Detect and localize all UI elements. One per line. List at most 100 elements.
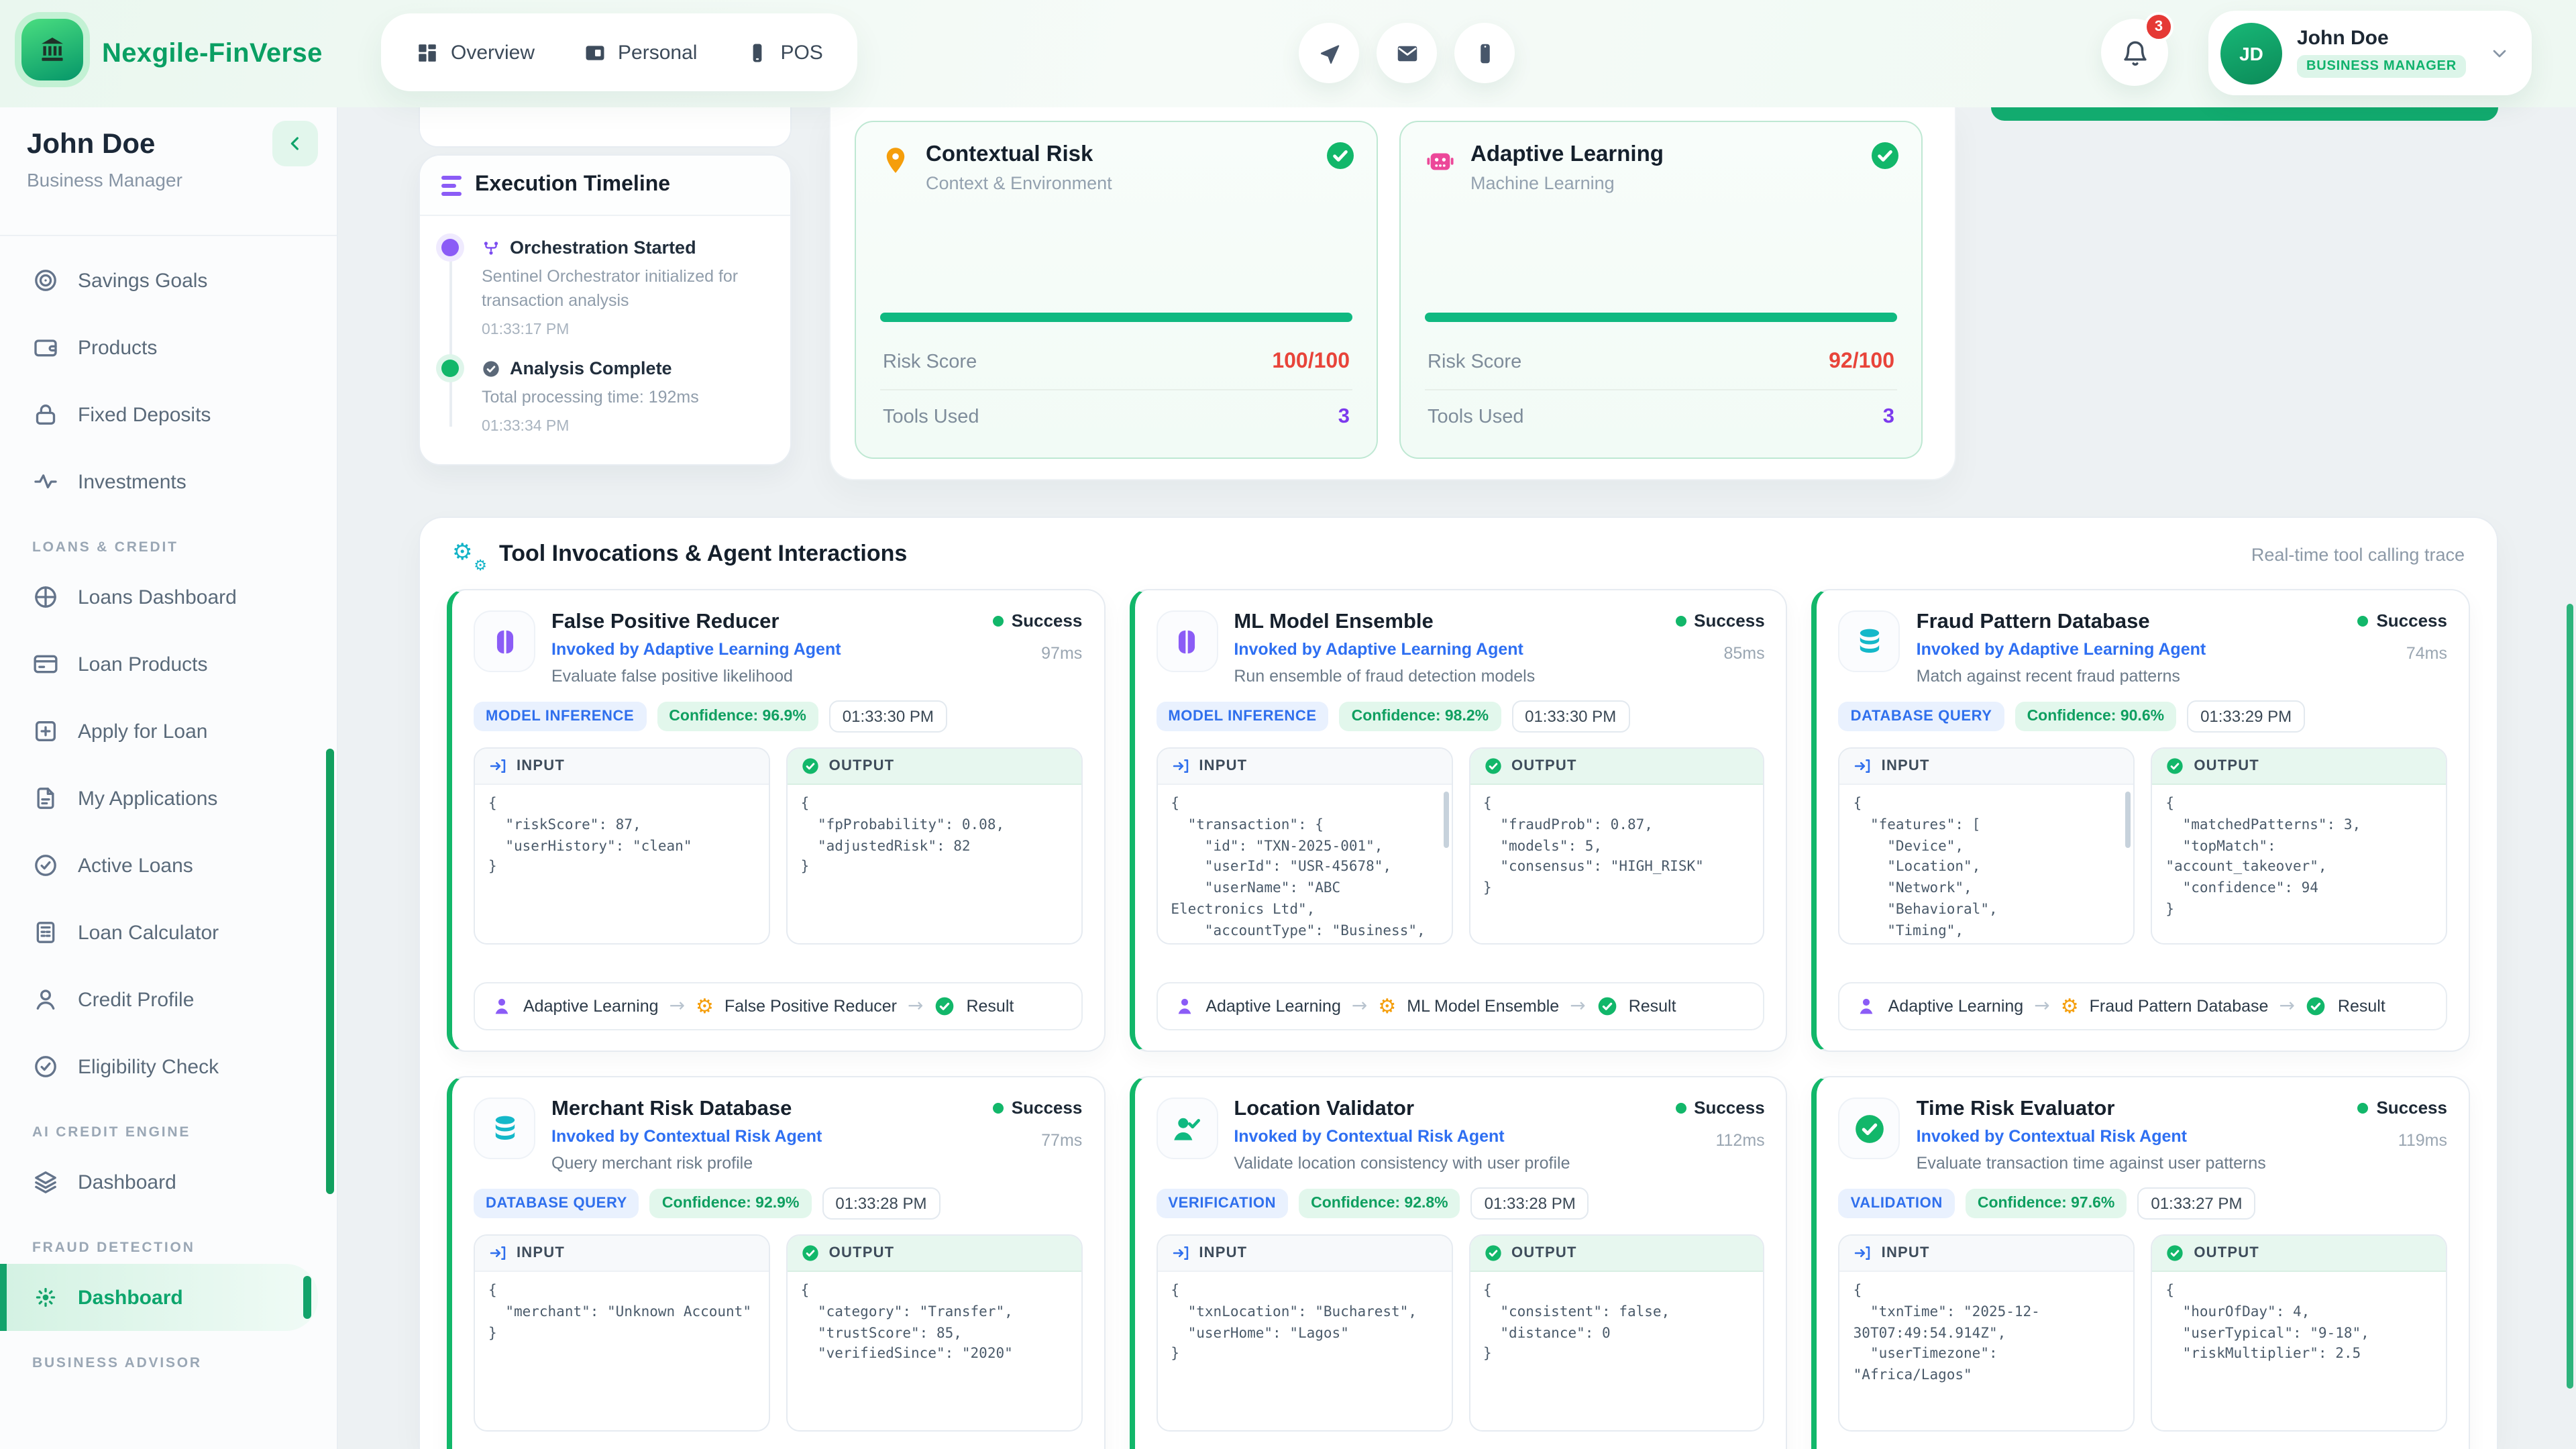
page-scrollbar-thumb[interactable]: [2567, 604, 2573, 1389]
sidebar-item-label: Loan Products: [78, 653, 207, 676]
tab-pos[interactable]: POS: [745, 41, 822, 64]
input-box: INPUT { "merchant": "Unknown Account" }: [474, 1234, 770, 1432]
notification-badge: 3: [2144, 12, 2174, 42]
mail-button[interactable]: [1377, 23, 1437, 83]
timestamp-chip: 01:33:28 PM: [1471, 1187, 1589, 1220]
tool-type-badge: DATABASE QUERY: [474, 1189, 639, 1218]
arrow-right-icon: →: [1352, 996, 1367, 1017]
tool-title: Fraud Pattern Database: [1917, 610, 2342, 635]
output-json: { "fraudProb": 0.87, "models": 5, "conse…: [1470, 785, 1764, 943]
tool-title: False Positive Reducer: [551, 610, 977, 635]
arrow-right-icon: →: [908, 996, 923, 1017]
flow-result-label: Result: [966, 997, 1014, 1016]
sidebar-item-label: Loan Calculator: [78, 921, 219, 944]
sidebar-scrollbar[interactable]: [326, 749, 334, 1194]
sidebar-item-eligibility-check[interactable]: Eligibility Check: [0, 1033, 337, 1100]
sidebar-item-fixed-deposits[interactable]: Fixed Deposits: [0, 381, 337, 448]
input-arrow-icon: [1854, 757, 1872, 775]
tool-invoked-by[interactable]: Invoked by Contextual Risk Agent: [1234, 1127, 1659, 1146]
tools-header: ⚙⚙ Tool Invocations & Agent Interactions…: [420, 518, 2497, 586]
output-label: OUTPUT: [2194, 1245, 2259, 1261]
output-check-icon: [2165, 757, 2184, 775]
tool-description: Evaluate transaction time against user p…: [1917, 1154, 2342, 1173]
output-check-icon: [801, 757, 820, 775]
agent-risk-panel: Contextual Risk Context & Environment Ri…: [829, 107, 1956, 480]
sidebar-item-loans-dashboard[interactable]: Loans Dashboard: [0, 564, 337, 631]
sidebar-item-apply-for-loan[interactable]: Apply for Loan: [0, 698, 337, 765]
sidebar-item-active-loans[interactable]: Active Loans: [0, 832, 337, 899]
notifications-button[interactable]: 3: [2101, 19, 2168, 86]
sidebar-item-loan-calculator[interactable]: Loan Calculator: [0, 899, 337, 966]
sidebar-item-dashboard[interactable]: Dashboard: [0, 1264, 318, 1331]
page-scrollbar[interactable]: [2565, 107, 2576, 1449]
send-button[interactable]: [1299, 23, 1359, 83]
confidence-badge: Confidence: 92.9%: [650, 1189, 812, 1218]
tool-card-fraud-pattern-database: Fraud Pattern Database Invoked by Adapti…: [1812, 589, 2470, 1052]
status-badge: Success: [1675, 610, 1765, 631]
tool-description: Match against recent fraud patterns: [1917, 667, 2342, 686]
arrow-right-icon: →: [2279, 996, 2294, 1017]
arrow-right-icon: →: [669, 996, 685, 1017]
input-json: { "riskScore": 87, "userHistory": "clean…: [475, 785, 769, 943]
user-menu[interactable]: JD John Doe BUSINESS MANAGER: [2208, 11, 2532, 95]
cut-off-action-button[interactable]: [1991, 107, 2498, 121]
tool-invoked-by[interactable]: Invoked by Contextual Risk Agent: [1917, 1127, 2342, 1146]
tool-invoked-by[interactable]: Invoked by Adaptive Learning Agent: [1234, 640, 1659, 659]
sidebar-item-my-applications[interactable]: My Applications: [0, 765, 337, 832]
agent-flow-row: Adaptive Learning → ⚙ False Positive Red…: [474, 982, 1082, 1030]
output-box: OUTPUT { "matchedPatterns": 3, "topMatch…: [2151, 747, 2447, 945]
tab-overview[interactable]: Overview: [416, 41, 535, 64]
tool-invoked-by[interactable]: Invoked by Adaptive Learning Agent: [551, 640, 977, 659]
sidebar-section-title: FRAUD DETECTION: [32, 1240, 305, 1256]
sidebar-section-title: LOANS & CREDIT: [32, 539, 305, 555]
tab-label: Overview: [451, 41, 535, 64]
output-label: OUTPUT: [1511, 1245, 1577, 1261]
tab-label: POS: [780, 41, 822, 64]
tool-duration: 85ms: [1675, 644, 1765, 663]
tab-personal[interactable]: Personal: [583, 41, 697, 64]
sidebar: John Doe Business Manager Savings Goals …: [0, 107, 338, 1449]
success-check-icon: [1324, 140, 1356, 172]
tool-icon-box: [1839, 1097, 1900, 1159]
tab-label: Personal: [618, 41, 697, 64]
tool-card-false-positive-reducer: False Positive Reducer Invoked by Adapti…: [447, 589, 1105, 1052]
sidebar-item-label: Investments: [78, 470, 186, 493]
sidebar-item-products[interactable]: Products: [0, 314, 337, 381]
sidebar-item-investments[interactable]: Investments: [0, 448, 337, 515]
input-scrollbar[interactable]: [1443, 792, 1448, 848]
tool-icon-box: [1156, 610, 1218, 672]
output-check-icon: [801, 1244, 820, 1263]
output-json: { "consistent": false, "distance": 0 }: [1470, 1272, 1764, 1430]
tools-used-value: 3: [1338, 405, 1350, 429]
timestamp-chip: 01:33:30 PM: [829, 700, 947, 733]
smartphone-icon: [1472, 41, 1497, 65]
confidence-badge: Confidence: 98.2%: [1340, 702, 1501, 731]
chevron-left-icon: [284, 133, 306, 154]
input-box: INPUT { "transaction": { "id": "TXN-2025…: [1156, 747, 1452, 945]
sidebar-item-savings-goals[interactable]: Savings Goals: [0, 247, 337, 314]
tool-gear-icon: ⚙: [1378, 996, 1396, 1016]
agent-subtitle: Context & Environment: [926, 173, 1112, 193]
app: Nexgile-FinVerse Overview Personal POS 3…: [0, 0, 2576, 1449]
event-title: Orchestration Started: [510, 237, 696, 258]
tool-invoked-by[interactable]: Invoked by Contextual Risk Agent: [551, 1127, 977, 1146]
arrow-right-icon: →: [2034, 996, 2049, 1017]
tool-description: Validate location consistency with user …: [1234, 1154, 1659, 1173]
risk-score-label: Risk Score: [883, 352, 977, 373]
sidebar-item-label: Active Loans: [78, 854, 193, 877]
tool-type-badge: MODEL INFERENCE: [1156, 702, 1328, 731]
status-dot-icon: [1675, 615, 1686, 626]
tool-title: Merchant Risk Database: [551, 1097, 977, 1122]
sidebar-item-dashboard[interactable]: Dashboard: [0, 1148, 337, 1216]
event-description: Total processing time: 192ms: [482, 386, 769, 410]
status-text: Success: [1012, 1097, 1083, 1118]
smartphone-button[interactable]: [1454, 23, 1515, 83]
sidebar-item-loan-products[interactable]: Loan Products: [0, 631, 337, 698]
input-scrollbar[interactable]: [2125, 792, 2131, 848]
sidebar-item-credit-profile[interactable]: Credit Profile: [0, 966, 337, 1033]
tool-duration: 74ms: [2357, 644, 2447, 663]
sidebar-collapse-button[interactable]: [272, 121, 318, 166]
event-title: Analysis Complete: [510, 359, 672, 379]
tool-invoked-by[interactable]: Invoked by Adaptive Learning Agent: [1917, 640, 2342, 659]
event-description: Sentinel Orchestrator initialized for tr…: [482, 264, 769, 313]
